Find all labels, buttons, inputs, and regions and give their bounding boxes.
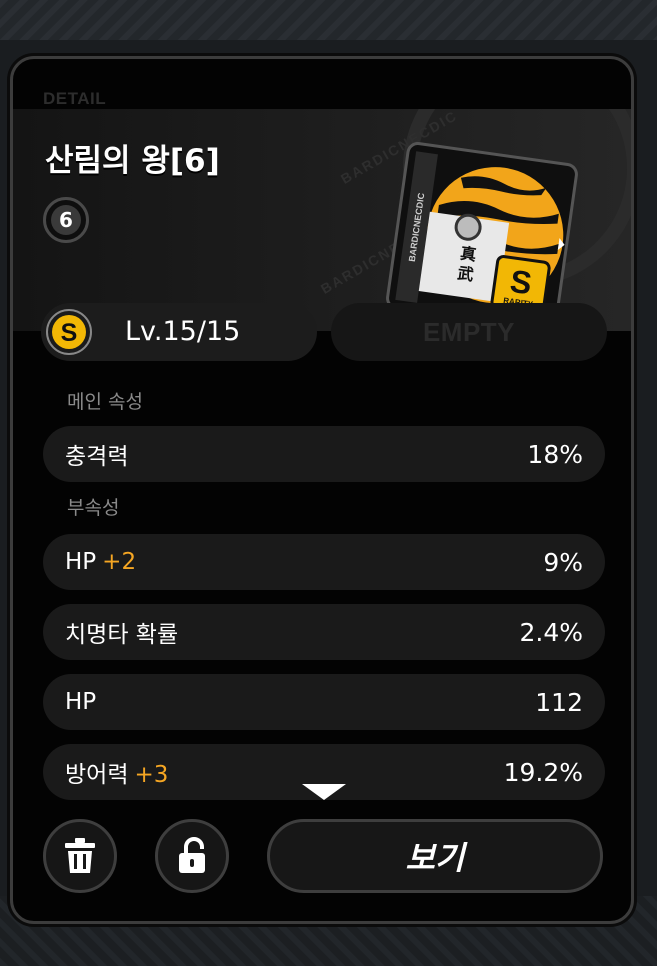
stat-name: 치명타 확률 xyxy=(65,615,178,649)
level-pill: S Lv.15/15 xyxy=(41,303,317,361)
stat-name: HP +2 xyxy=(65,549,136,575)
stat-name: 충격력 xyxy=(65,437,128,471)
rarity-s-icon: S xyxy=(46,309,92,355)
sub-stat-row: 치명타 확률 2.4% xyxy=(43,604,605,660)
main-stat-row: 충격력 18% xyxy=(43,426,605,482)
sub-stat-row: HP 112 xyxy=(43,674,605,730)
disc-kanji-bottom: 武 xyxy=(456,263,475,284)
detail-tag: DETAIL xyxy=(43,89,107,108)
view-button[interactable]: 보기 xyxy=(267,819,603,893)
main-stat-label: 메인 속성 xyxy=(67,391,143,413)
stat-name-text: 충격력 xyxy=(65,444,129,470)
stat-name: 방어력 +3 xyxy=(65,755,168,789)
sub-stat-row: HP +2 9% xyxy=(43,534,605,590)
stat-upgrade: +3 xyxy=(134,762,169,788)
slot-number: 6 xyxy=(51,205,81,235)
disc-title: 산림의 왕[6] xyxy=(45,143,220,179)
background-top xyxy=(0,0,657,40)
stat-value: 19.2% xyxy=(503,757,583,787)
lock-toggle-button[interactable] xyxy=(155,819,229,893)
stat-name-text: 치명타 확률 xyxy=(65,622,179,648)
stat-name-text: HP xyxy=(65,689,97,715)
disc-kanji-top: 真 xyxy=(459,244,478,265)
stat-upgrade: +2 xyxy=(102,549,137,575)
stat-value: 18% xyxy=(527,439,583,469)
delete-button[interactable] xyxy=(43,819,117,893)
stat-value: 2.4% xyxy=(519,617,583,647)
rarity-letter: S xyxy=(61,319,78,347)
trash-icon xyxy=(65,838,95,873)
stat-name: HP xyxy=(65,689,96,715)
stat-value: 112 xyxy=(535,687,583,717)
scroll-down-arrow-icon[interactable] xyxy=(302,784,346,800)
disc-detail-panel: BARDICNECDIC BARDICNECDIC DETAIL 산림의 왕[6… xyxy=(10,56,634,924)
stat-value: 9% xyxy=(543,547,583,577)
unlock-icon xyxy=(179,837,205,873)
level-text: Lv.15/15 xyxy=(125,316,241,347)
empty-slot-pill: EMPTY xyxy=(331,303,607,361)
stat-name-text: HP xyxy=(65,549,97,575)
sub-stat-label: 부속성 xyxy=(67,497,120,519)
slot-badge: 6 xyxy=(43,197,89,243)
stat-name-text: 방어력 xyxy=(65,762,129,788)
